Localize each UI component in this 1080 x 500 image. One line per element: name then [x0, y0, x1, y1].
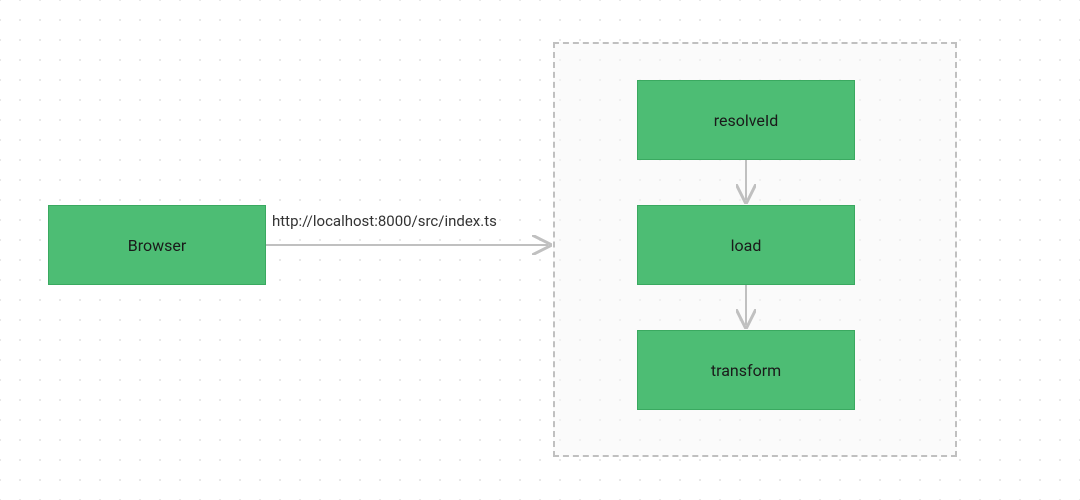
- transform-label: transform: [711, 361, 781, 380]
- load-label: load: [731, 236, 762, 255]
- transform-node: transform: [637, 330, 855, 410]
- browser-node: Browser: [48, 205, 266, 285]
- browser-label: Browser: [128, 236, 187, 255]
- load-node: load: [637, 205, 855, 285]
- request-url-label: http://localhost:8000/src/index.ts: [272, 212, 497, 230]
- resolveid-node: resolveId: [637, 80, 855, 160]
- resolveid-label: resolveId: [714, 111, 779, 130]
